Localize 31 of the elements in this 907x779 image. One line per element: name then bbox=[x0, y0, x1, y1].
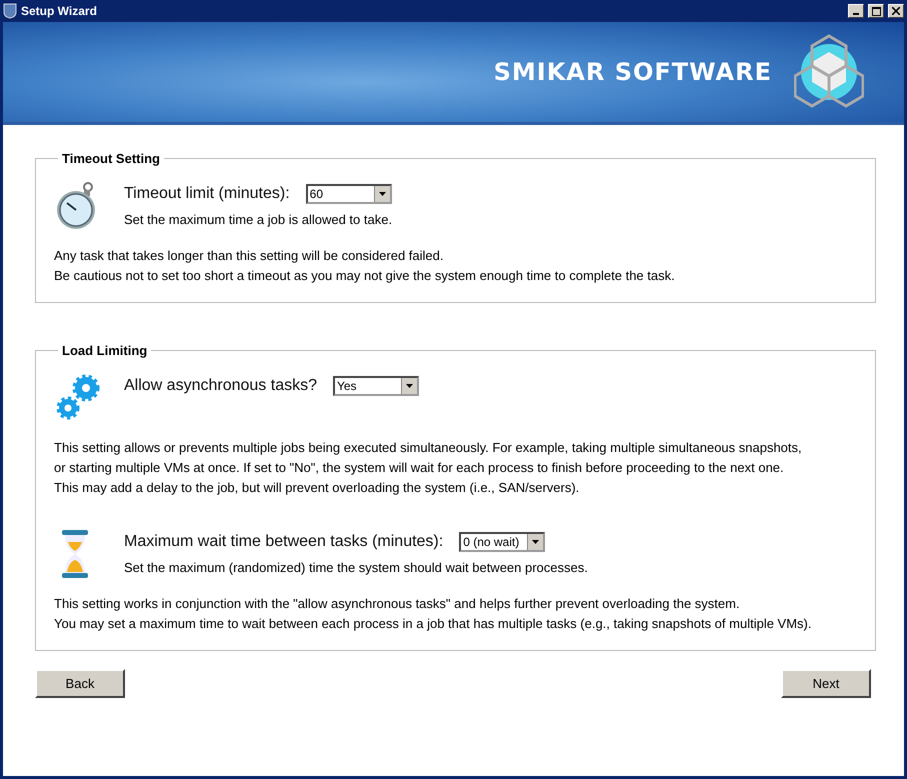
next-button[interactable]: Next bbox=[781, 669, 871, 698]
description-text: Any task that takes longer than this setting will be considered failed. bbox=[54, 247, 444, 265]
description-text: Be cautious not to set too short a timeout as you may not give the system enough time to complete the task. bbox=[54, 267, 676, 285]
setting-hint: Set the maximum (randomized) time the system should wait between processes. bbox=[124, 560, 588, 575]
description-text: This may add a delay to the job, but will prevent overloading the system (i.e., SAN/servers). bbox=[54, 479, 580, 497]
maximize-button[interactable] bbox=[868, 4, 884, 18]
close-button[interactable] bbox=[888, 4, 904, 18]
group-title: Timeout Setting bbox=[61, 151, 161, 166]
description-text: or starting multiple VMs at once. If set to "No", the system will wait for each process to finish before proceeding to the next one. bbox=[54, 459, 785, 477]
description-text: This setting allows or prevents multiple jobs being executed simultaneously. For example, taking multiple simultaneous snapshots, bbox=[54, 439, 803, 457]
setting-label: Maximum wait time between tasks (minutes): bbox=[124, 533, 444, 551]
description-text: You may set a maximum time to wait between each process in a job that has multiple tasks (e.g., taking snapshots of multiple VMs). bbox=[54, 615, 812, 633]
dropdown[interactable]: 60 bbox=[306, 184, 392, 204]
setting-hint: Set the maximum time a job is allowed to take. bbox=[124, 212, 392, 227]
window-title: Setup Wizard bbox=[21, 4, 98, 18]
shield-icon bbox=[3, 3, 17, 19]
close-icon bbox=[892, 7, 900, 15]
group-title: Load Limiting bbox=[61, 343, 148, 358]
back-button[interactable]: Back bbox=[35, 669, 125, 698]
setting-label: Timeout limit (minutes): bbox=[124, 185, 290, 203]
dropdown[interactable]: 0 (no wait) bbox=[459, 532, 546, 552]
maximize-icon bbox=[872, 6, 880, 16]
caret-icon bbox=[532, 540, 540, 544]
description-text: This setting works in conjunction with the "allow asynchronous tasks" and helps further prevent overloading the system. bbox=[54, 595, 741, 613]
hexagon-logo-icon bbox=[794, 34, 864, 110]
brand-name: SMIKAR SOFTWARE bbox=[494, 58, 772, 86]
setting-label: Allow asynchronous tasks? bbox=[124, 377, 317, 395]
caret-icon bbox=[406, 384, 413, 388]
minimize-button[interactable] bbox=[848, 4, 864, 18]
caret-icon bbox=[378, 192, 386, 196]
dropdown[interactable]: Yes bbox=[332, 376, 419, 396]
